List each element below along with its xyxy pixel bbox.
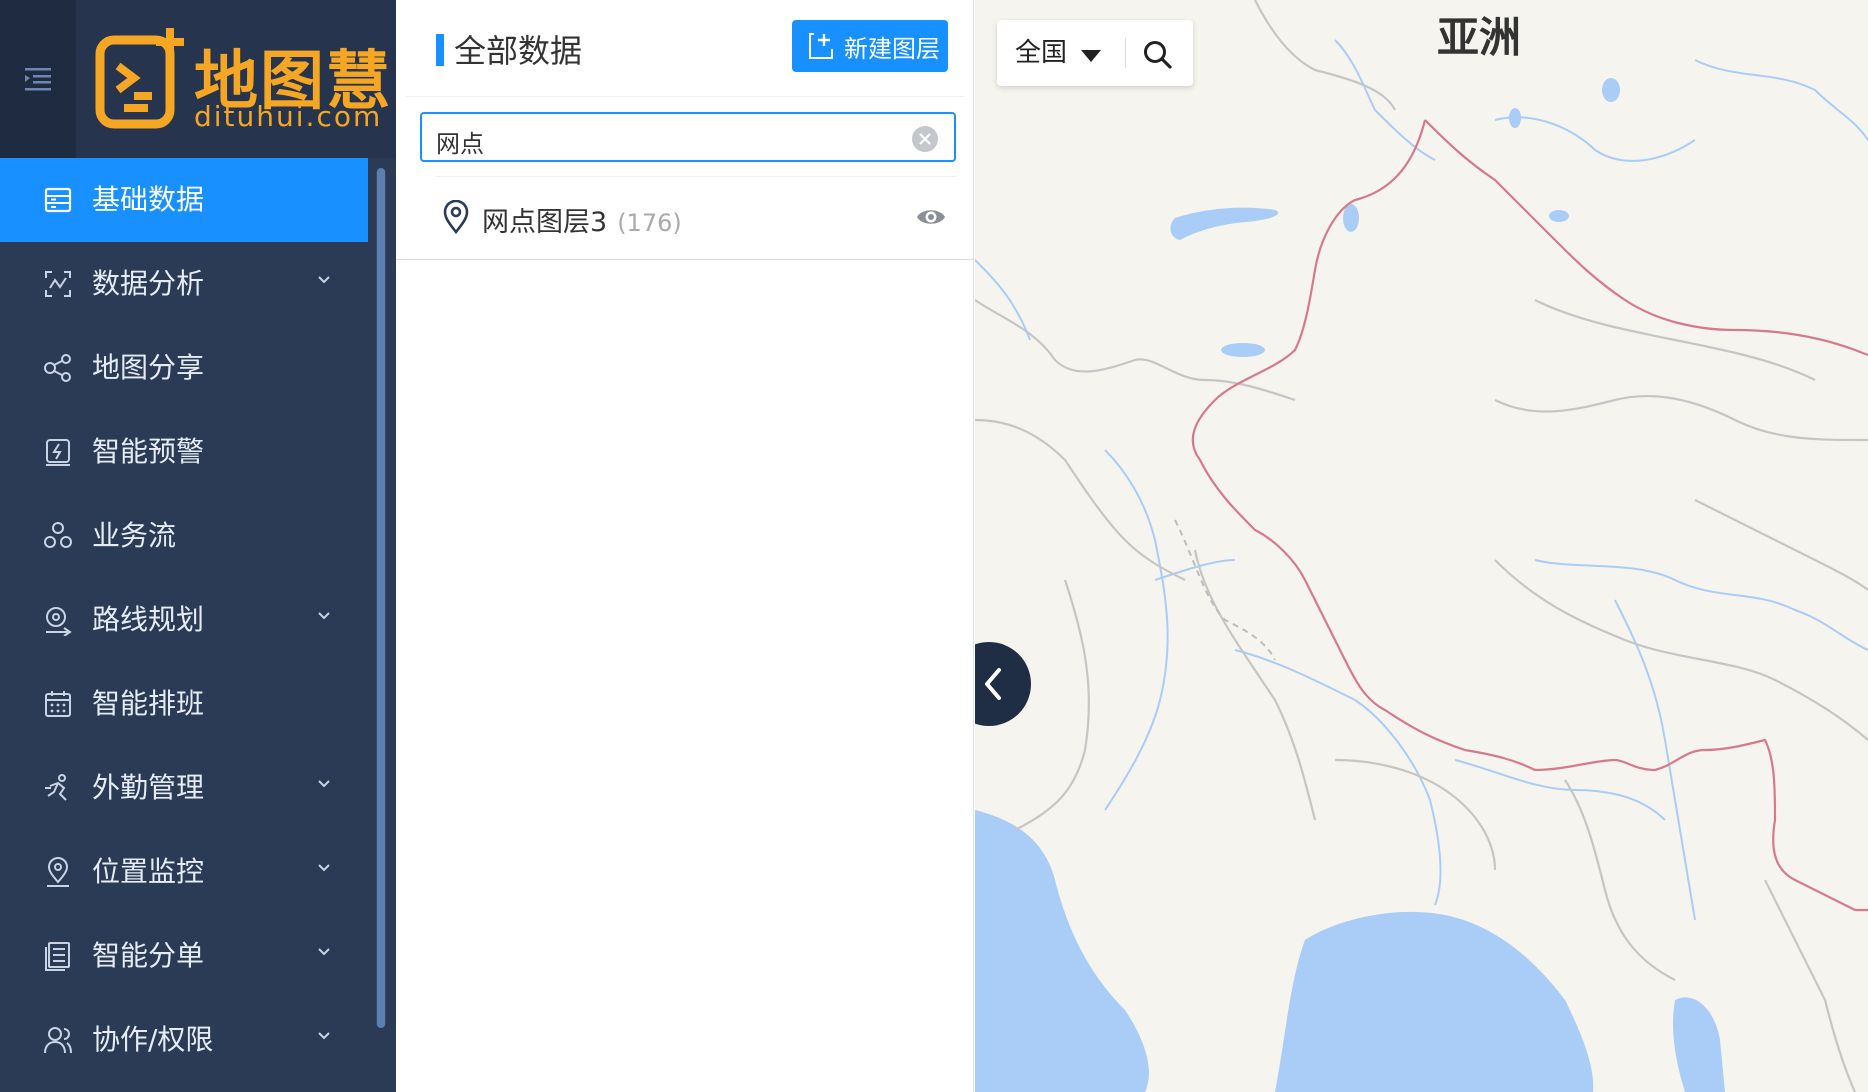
add-file-icon xyxy=(809,33,833,59)
layer-search-input[interactable]: 网点 xyxy=(420,112,956,162)
sidebar-item-label: 智能排班 xyxy=(92,687,205,720)
sidebar-scrollbar[interactable] xyxy=(377,168,385,1028)
chevron-down-icon xyxy=(318,612,330,620)
divider xyxy=(436,176,956,177)
map-view[interactable]: 亚洲 全国 xyxy=(975,0,1868,1092)
layer-name: 网点图层3 (176) xyxy=(482,200,682,239)
brand-domain: dituhui.com xyxy=(194,100,383,133)
chevron-down-icon xyxy=(318,780,330,788)
location-monitor-icon xyxy=(47,857,69,887)
sidebar-item-label: 基础数据 xyxy=(92,183,205,216)
sidebar-item-workflow[interactable]: 业务流 xyxy=(0,494,368,578)
eye-icon[interactable] xyxy=(916,206,946,228)
chevron-down-icon xyxy=(318,276,330,284)
sidebar-item-smart-alert[interactable]: 智能预警 xyxy=(0,410,368,494)
order-dispatch-icon xyxy=(45,942,70,971)
sidebar-item-collab-permissions[interactable]: 协作/权限 xyxy=(0,998,368,1082)
layer-name-text: 网点图层3 xyxy=(482,207,608,238)
analytics-icon xyxy=(45,271,71,297)
region-control: 全国 xyxy=(997,20,1193,86)
share-icon xyxy=(44,354,71,382)
title-accent-bar xyxy=(436,34,444,66)
sidebar-item-label: 位置监控 xyxy=(92,855,205,888)
sidebar-item-label: 外勤管理 xyxy=(92,771,205,804)
route-icon xyxy=(46,607,72,636)
sidebar: 地图慧 dituhui.com 基础数据 数据分析 地图分享 智能预警 业务流 … xyxy=(0,0,396,1092)
new-layer-button[interactable]: 新建图层 xyxy=(792,20,948,72)
sidebar-item-label: 路线规划 xyxy=(92,603,205,636)
chevron-down-icon xyxy=(318,1032,330,1040)
map-pin-icon xyxy=(443,200,469,234)
page-title: 全部数据 xyxy=(454,32,583,70)
user-icon xyxy=(44,1027,72,1054)
caret-down-icon[interactable] xyxy=(1081,50,1101,62)
brand-header: 地图慧 dituhui.com xyxy=(0,0,396,158)
sidebar-item-label: 数据分析 xyxy=(92,267,205,300)
sidebar-item-label: 智能分单 xyxy=(92,939,205,972)
lake-issyk-kul xyxy=(1221,343,1265,357)
sidebar-item-order-dispatch[interactable]: 智能分单 xyxy=(0,914,368,998)
new-layer-label: 新建图层 xyxy=(844,34,940,63)
calendar-icon xyxy=(45,691,71,717)
database-icon xyxy=(44,187,72,213)
search-icon[interactable] xyxy=(1141,38,1173,70)
lake-uvs xyxy=(1549,210,1569,222)
clear-icon[interactable] xyxy=(912,126,938,152)
sidebar-item-field-management[interactable]: 外勤管理 xyxy=(0,746,368,830)
map-canvas xyxy=(975,0,1868,1092)
layer-count: (176) xyxy=(617,209,682,237)
divider xyxy=(406,96,964,97)
sidebar-item-data-analysis[interactable]: 数据分析 xyxy=(0,242,368,326)
sidebar-item-label: 智能预警 xyxy=(92,435,205,468)
region-select[interactable]: 全国 xyxy=(1015,20,1067,86)
region-select-value: 全国 xyxy=(1015,38,1068,68)
sidebar-item-label: 业务流 xyxy=(92,519,177,552)
lake-khovsgol xyxy=(1602,78,1620,102)
sidebar-item-label: 地图分享 xyxy=(92,351,205,384)
divider xyxy=(1125,38,1126,68)
menu-fold-icon xyxy=(25,68,51,91)
logo-mark-icon xyxy=(95,28,184,129)
layer-list-item[interactable]: 网点图层3 (176) xyxy=(396,180,974,260)
lake-zaysan xyxy=(1343,204,1359,232)
sidebar-item-route-planning[interactable]: 路线规划 xyxy=(0,578,368,662)
sidebar-item-smart-scheduling[interactable]: 智能排班 xyxy=(0,662,368,746)
sidebar-item-label: 协作/权限 xyxy=(92,1023,214,1056)
brand-logo[interactable]: 地图慧 dituhui.com xyxy=(94,26,390,136)
data-panel: 全部数据 新建图层 网点 网点图层3 (176) xyxy=(396,0,974,1092)
sidebar-item-basic-data[interactable]: 基础数据 xyxy=(0,158,368,242)
sidebar-item-map-share[interactable]: 地图分享 xyxy=(0,326,368,410)
sidebar-collapse-button[interactable] xyxy=(0,0,76,158)
sidebar-item-location-monitor[interactable]: 位置监控 xyxy=(0,830,368,914)
field-staff-icon xyxy=(45,774,67,801)
chevron-down-icon xyxy=(318,948,330,956)
chevron-left-icon xyxy=(985,668,1001,700)
search-input-value[interactable]: 网点 xyxy=(436,124,484,159)
continent-label: 亚洲 xyxy=(1437,13,1522,62)
workflow-icon xyxy=(44,522,72,548)
sidebar-menu: 基础数据 数据分析 地图分享 智能预警 业务流 路线规划 智能排班 外勤管理 位… xyxy=(0,158,368,1082)
alert-icon xyxy=(46,439,70,466)
chevron-down-icon xyxy=(318,864,330,872)
